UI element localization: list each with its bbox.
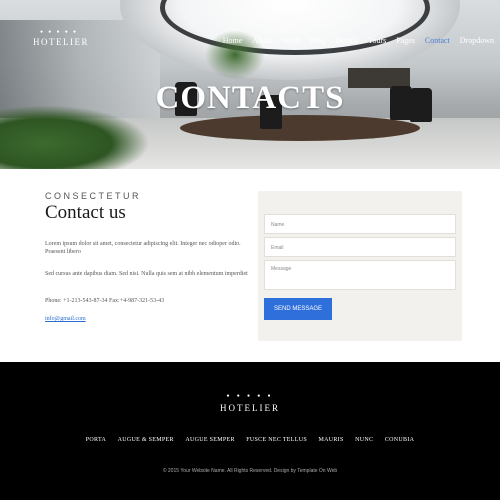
footer-link-augue-semper-2[interactable]: AUGUE SEMPER [185,437,234,443]
hero-banner: ● ● ● ● ● HOTELIER Home About Work Blog … [0,0,500,169]
footer-link-porta[interactable]: PORTA [86,437,106,443]
message-field[interactable]: Message [264,260,456,290]
intro-paragraph: Lorem ipsum dolor sit amet, consectetur … [45,241,241,255]
phone-fax: Phone: +1-213-543-87-34 Fax:+4-987-321-5… [45,298,165,304]
nav-about[interactable]: About [252,36,272,45]
nav-contact[interactable]: Contact [425,36,450,45]
footer-logo-name: HOTELIER [220,403,280,413]
footer: ● ● ● ● ● HOTELIER PORTA AUGUE & SEMPER … [0,362,500,500]
footer-link-fusce-nec-tellus[interactable]: FUSCE NEC TELLUS [246,437,307,443]
footer-link-conubia[interactable]: CONUBIA [385,437,414,443]
footer-nav: PORTA AUGUE & SEMPER AUGUE SEMPER FUSCE … [0,437,500,443]
footer-link-mauris[interactable]: MAURIS [318,437,343,443]
email-field[interactable]: Email [264,237,456,257]
copyright: © 2015 Your Website Name. All Rights Res… [162,468,338,474]
hero-table [180,115,420,141]
footer-link-augue-semper[interactable]: AUGUE & SEMPER [118,437,174,443]
send-message-button[interactable]: SEND MESSAGE [264,298,332,320]
nav-work[interactable]: Work [282,36,300,45]
name-field[interactable]: Name [264,214,456,234]
footer-link-nunc[interactable]: NUNC [355,437,373,443]
logo-name: HOTELIER [33,37,89,47]
nav-dropdown[interactable]: Dropdown [460,36,494,45]
logo[interactable]: ● ● ● ● ● HOTELIER [33,30,89,48]
footer-logo-stars: ● ● ● ● ● [226,394,274,399]
footer-logo[interactable]: ● ● ● ● ● HOTELIER [0,393,500,415]
email-link[interactable]: info@gmail.com [45,316,86,322]
main-nav: Home About Work Blog Details Tours Pages… [213,36,494,45]
secondary-paragraph: Sed cursus ante dapibus diam. Sed nisi. … [45,271,248,277]
nav-details[interactable]: Details [335,36,358,45]
nav-pages[interactable]: Pages [396,36,415,45]
nav-blog[interactable]: Blog [310,36,326,45]
section-eyebrow: CONSECTETUR [45,191,142,201]
nav-tours[interactable]: Tours [368,36,386,45]
page-title: Contact us [45,202,126,223]
hero-title: CONTACTS [155,80,345,116]
nav-home[interactable]: Home [223,36,243,45]
